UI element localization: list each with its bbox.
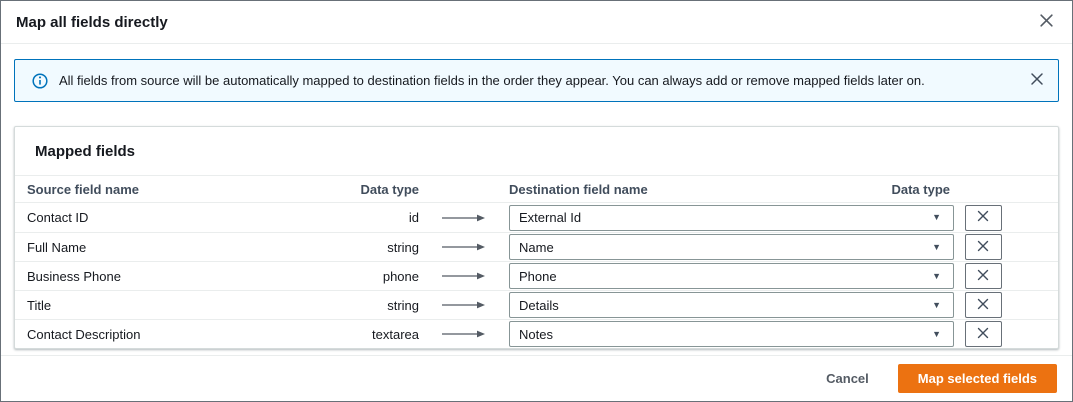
source-field-name: Contact Description: [27, 326, 141, 342]
arrow-right-icon: [425, 329, 503, 339]
arrow-right-icon: [425, 271, 503, 281]
map-selected-fields-button[interactable]: Map selected fields: [897, 364, 1057, 393]
remove-mapping-button[interactable]: [964, 292, 1002, 318]
chevron-down-icon: ▼: [932, 270, 941, 281]
close-icon: [977, 298, 989, 313]
header-source-field-name: Source field name: [27, 181, 139, 197]
mapped-fields-card: Mapped fields Source field name Data typ…: [14, 126, 1059, 349]
close-icon: [977, 210, 989, 225]
remove-mapping-button[interactable]: [964, 234, 1002, 260]
mapped-fields-rows: Contact ID id External Id ▼ Full Name st…: [15, 203, 1058, 348]
destination-field-value: Notes: [519, 326, 553, 342]
table-row: Full Name string Name ▼: [15, 232, 1058, 261]
map-fields-modal: Map all fields directly All fields from …: [0, 0, 1073, 402]
close-icon: [1030, 72, 1044, 89]
chevron-down-icon: ▼: [932, 241, 941, 252]
arrow-right-icon: [425, 213, 503, 223]
arrow-right-icon: [425, 300, 503, 310]
alert-message: All fields from source will be automatic…: [59, 72, 925, 88]
info-alert: All fields from source will be automatic…: [14, 59, 1059, 102]
close-icon: [1039, 13, 1054, 31]
source-data-type: phone: [382, 268, 419, 284]
close-icon: [977, 240, 989, 255]
modal-close-button[interactable]: [1037, 11, 1056, 33]
close-icon: [977, 327, 989, 342]
chevron-down-icon: ▼: [932, 212, 941, 222]
header-destination-data-type: Data type: [891, 181, 950, 197]
table-row: Business Phone phone Phone ▼: [15, 261, 1058, 290]
destination-field-select[interactable]: External Id ▼: [509, 204, 954, 231]
source-field-name: Contact ID: [27, 210, 89, 225]
destination-field-select[interactable]: Name ▼: [509, 234, 954, 260]
destination-field-value: Name: [519, 239, 554, 255]
chevron-down-icon: ▼: [932, 328, 941, 339]
close-icon: [977, 269, 989, 284]
destination-field-select[interactable]: Notes ▼: [509, 321, 954, 347]
destination-field-value: Details: [519, 297, 559, 313]
mapped-fields-title: Mapped fields: [35, 143, 136, 160]
cancel-button[interactable]: Cancel: [824, 367, 871, 390]
header-source-data-type: Data type: [360, 181, 419, 197]
source-data-type: id: [408, 210, 419, 225]
destination-field-value: External Id: [519, 210, 582, 225]
header-destination-field-name: Destination field name: [509, 181, 648, 197]
source-data-type: string: [387, 297, 419, 313]
modal-footer: Cancel Map selected fields: [1, 355, 1072, 401]
source-field-name: Business Phone: [27, 268, 121, 284]
source-data-type: string: [387, 239, 419, 255]
remove-mapping-button[interactable]: [964, 204, 1002, 231]
table-row: Title string Details ▼: [15, 290, 1058, 319]
destination-field-select[interactable]: Details ▼: [509, 292, 954, 318]
table-header-row: Source field name Data type Destination …: [15, 175, 1058, 203]
source-field-name: Title: [27, 297, 52, 313]
remove-mapping-button[interactable]: [964, 263, 1002, 289]
modal-title: Map all fields directly: [16, 13, 168, 31]
modal-body: All fields from source will be automatic…: [1, 44, 1072, 355]
source-field-name: Full Name: [27, 239, 87, 255]
table-row: Contact Description textarea Notes ▼: [15, 319, 1058, 348]
modal-header: Map all fields directly: [1, 1, 1072, 44]
info-circle-icon: [32, 72, 48, 89]
destination-field-select[interactable]: Phone ▼: [509, 263, 954, 289]
alert-dismiss-button[interactable]: [1028, 70, 1046, 91]
source-data-type: textarea: [372, 326, 419, 342]
destination-field-value: Phone: [519, 268, 557, 284]
table-row: Contact ID id External Id ▼: [15, 203, 1058, 232]
arrow-right-icon: [425, 242, 503, 252]
chevron-down-icon: ▼: [932, 299, 941, 310]
remove-mapping-button[interactable]: [964, 321, 1002, 347]
